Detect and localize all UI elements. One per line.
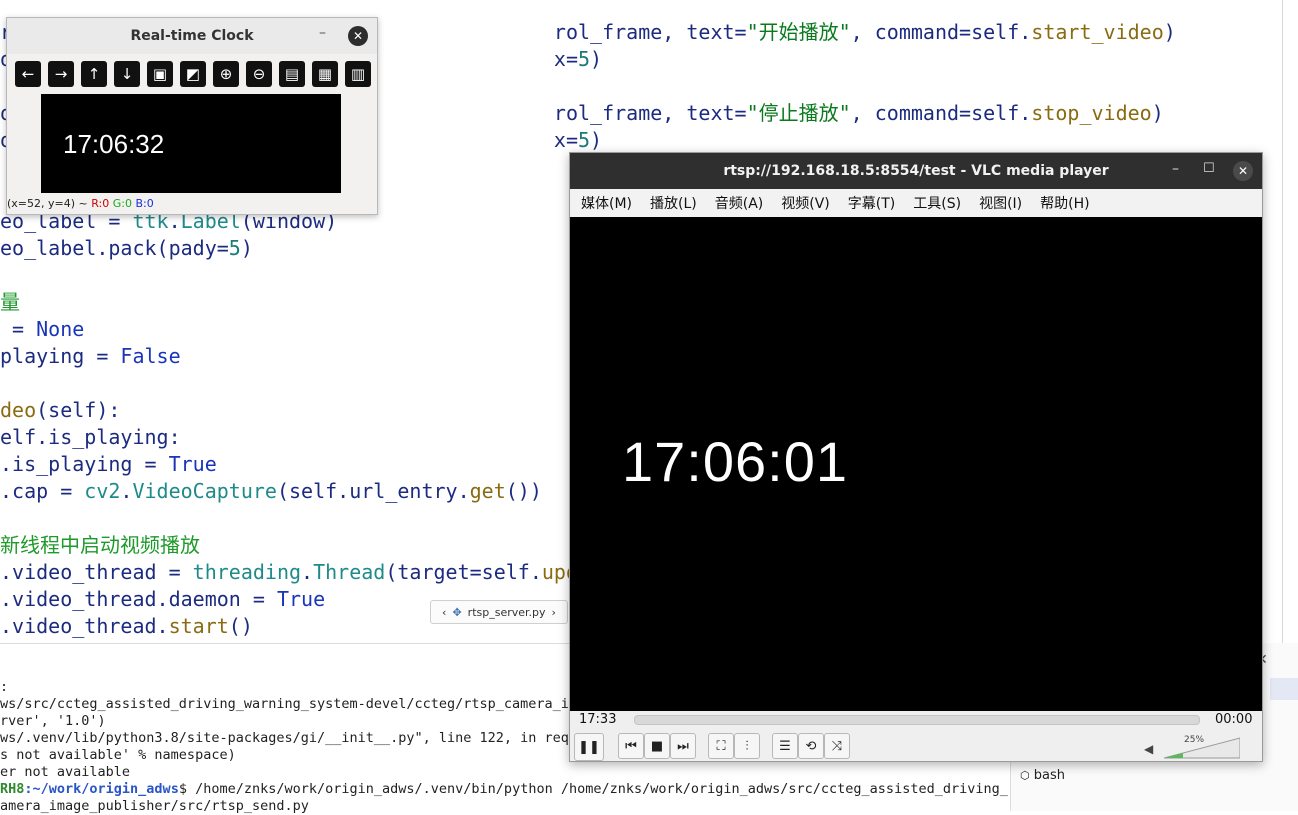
terminal-line: amera_image_publisher/src/rtsp_send.py	[0, 798, 309, 814]
close-button[interactable]: ✕	[348, 26, 368, 46]
code-line: 新线程中启动视频播放	[0, 533, 200, 557]
fullscreen-button[interactable]: ⛶	[708, 733, 734, 759]
status-g: G:0	[112, 197, 132, 210]
prompt-path: :~/work/origin_adws	[24, 781, 179, 797]
save-icon[interactable]: ▤	[279, 61, 305, 87]
shuffle-button[interactable]: ⤨	[824, 733, 850, 759]
next-icon: ⏭	[677, 738, 689, 754]
terminal-line: ws/.venv/lib/python3.8/site-packages/gi/…	[0, 730, 586, 746]
terminal-list-selection	[1270, 678, 1298, 700]
code-line: = None	[0, 317, 85, 341]
code-line: .video_thread.daemon = True	[0, 587, 326, 611]
total-time: 00:00	[1215, 712, 1253, 727]
file-tab-chip[interactable]: ‹ ✥ rtsp_server.py ›	[430, 600, 568, 624]
menu-item[interactable]: 字幕(T)	[837, 193, 902, 213]
code-line: playing = False	[0, 344, 181, 368]
status-coords: (x=52, y=4) ~	[7, 197, 88, 210]
zoom-out-icon[interactable]: ⊖	[246, 61, 272, 87]
minimize-button[interactable]: –	[1172, 161, 1179, 177]
stop-button[interactable]: ■	[644, 733, 670, 759]
clock-image-canvas[interactable]: 17:06:32	[41, 94, 341, 193]
code-line: .is_playing = True	[0, 452, 217, 476]
clock-time-display: 17:06:32	[63, 129, 165, 159]
terminal-line: er not available	[0, 764, 131, 780]
clock-titlebar[interactable]: Real-time Clock – ✕	[7, 18, 377, 54]
status-b: B:0	[135, 197, 154, 210]
pause-button[interactable]: ❚❚	[574, 733, 604, 761]
file-chip-label: rtsp_server.py	[467, 605, 546, 619]
terminal-line: rver', '1.0')	[0, 713, 106, 729]
menu-item[interactable]: 媒体(M)	[570, 193, 639, 213]
seek-slider[interactable]	[634, 715, 1200, 725]
code-line: eo_label.pack(pady=5)	[0, 236, 253, 260]
code-line: .cap = cv2.VideoCapture(self.url_entry.g…	[0, 479, 542, 503]
stop-icon: ■	[650, 738, 664, 754]
back-arrow-icon[interactable]: ←	[15, 61, 41, 87]
extended-settings-button[interactable]: ⫶	[734, 733, 760, 759]
minimize-button[interactable]: –	[319, 25, 326, 41]
video-area[interactable]: 17:06:01	[570, 217, 1262, 711]
zoom-in-icon[interactable]: ⊕	[213, 61, 239, 87]
vlc-window: rtsp://192.168.18.5:8554/test - VLC medi…	[569, 152, 1263, 762]
code-line: 量	[0, 290, 20, 314]
close-button[interactable]: ✕	[1233, 161, 1253, 181]
next-button[interactable]: ⏭	[670, 733, 696, 759]
previous-button[interactable]: ⏮	[618, 733, 644, 759]
speaker-icon[interactable]: ◀	[1144, 742, 1153, 756]
chevron-left-icon[interactable]: ‹	[442, 606, 446, 619]
terminal-prompt-line: RH8:~/work/origin_adws$ /home/znks/work/…	[0, 781, 1008, 798]
forward-arrow-icon[interactable]: →	[48, 61, 74, 87]
menu-item[interactable]: 音频(A)	[704, 193, 771, 213]
shuffle-icon: ⤨	[831, 738, 843, 754]
terminal-line: ws/src/ccteg_assisted_driving_warning_sy…	[0, 696, 594, 712]
image-toolbar: ← → ↑ ↓ ▣ ◩ ⊕ ⊖ ▤ ▦ ▥	[15, 61, 371, 87]
menu-item[interactable]: 工具(S)	[902, 193, 968, 213]
status-r: R:0	[91, 197, 110, 210]
chevron-right-icon[interactable]: ›	[552, 606, 556, 619]
playlist-button[interactable]: ☰	[772, 733, 798, 759]
code-line: deo(self):	[0, 398, 121, 422]
vlc-window-title: rtsp://192.168.18.5:8554/test - VLC medi…	[723, 163, 1109, 179]
equalizer-icon: ⫶	[745, 738, 749, 754]
clock-window: Real-time Clock – ✕ ← → ↑ ↓ ▣ ◩ ⊕ ⊖ ▤ ▦ ▥ 17:06:32…	[6, 17, 378, 215]
code-line: .video_thread = threading.Thread(target=…	[0, 560, 578, 584]
up-arrow-icon[interactable]: ↑	[81, 61, 107, 87]
pause-icon: ❚❚	[578, 739, 600, 755]
playback-controls: ❚❚ ⏮ ■ ⏭ ⛶ ⫶ ☰ ⟲ ⤨ ◀ 25%	[570, 731, 1262, 761]
image-icon[interactable]: ▣	[147, 61, 173, 87]
pixel-status-bar: (x=52, y=4) ~ R:0 G:0 B:0	[7, 197, 154, 210]
menu-item[interactable]: 帮助(H)	[1029, 193, 1096, 213]
editor-margin-line	[1282, 0, 1283, 643]
terminal-line: s not available' % namespace)	[0, 747, 236, 763]
terminal-icon: ⬡	[1020, 769, 1030, 782]
terminal-line: :	[0, 679, 9, 695]
video-time-display: 17:06:01	[622, 430, 848, 493]
terminal-list-item-bash[interactable]: ⬡ bash	[1020, 768, 1065, 783]
elapsed-time: 17:33	[579, 712, 617, 727]
code-line: elf.is_playing:	[0, 425, 181, 449]
clipboard-icon[interactable]: ▦	[312, 61, 338, 87]
vlc-menubar: 媒体(M) 播放(L) 音频(A) 视频(V) 字幕(T) 工具(S) 视图(I) 帮助(H)	[570, 189, 1262, 217]
prompt-command: $ /home/znks/work/origin_adws/.venv/bin/…	[178, 781, 1008, 797]
loop-button[interactable]: ⟲	[798, 733, 824, 759]
volume-percent: 25%	[1184, 735, 1205, 745]
menu-item[interactable]: 视图(I)	[968, 193, 1029, 213]
prompt-user: RH8	[0, 781, 25, 797]
menu-item[interactable]: 视频(V)	[770, 193, 837, 213]
image-settings-icon[interactable]: ◩	[180, 61, 206, 87]
vlc-titlebar[interactable]: rtsp://192.168.18.5:8554/test - VLC medi…	[570, 153, 1262, 189]
python-file-icon: ✥	[452, 605, 462, 619]
playlist-icon: ☰	[779, 738, 791, 754]
code-line: .video_thread.start()	[0, 614, 253, 638]
maximize-button[interactable]: ☐	[1203, 161, 1215, 176]
menu-item[interactable]: 播放(L)	[639, 193, 704, 213]
fullscreen-icon: ⛶	[716, 738, 726, 754]
properties-icon[interactable]: ▥	[345, 61, 371, 87]
loop-icon: ⟲	[805, 738, 817, 754]
terminal-name: bash	[1033, 768, 1065, 783]
previous-icon: ⏮	[625, 738, 637, 754]
down-arrow-icon[interactable]: ↓	[114, 61, 140, 87]
